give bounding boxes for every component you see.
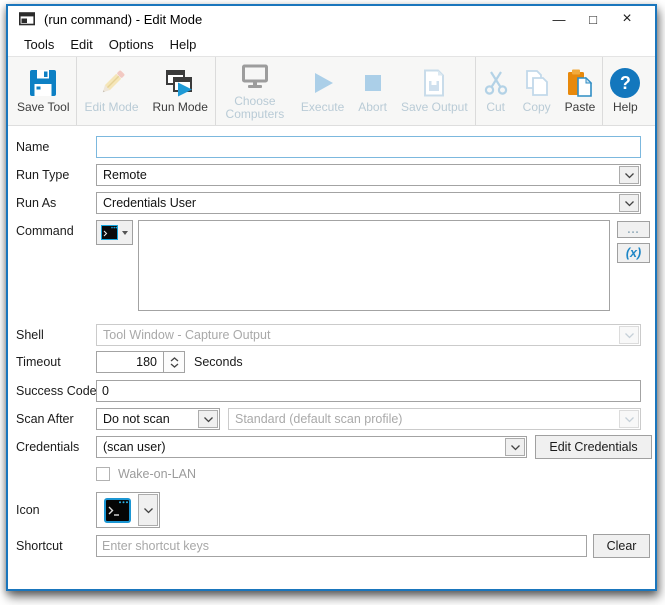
command-label: Command <box>16 224 74 238</box>
question-icon: ? <box>610 67 640 99</box>
spinner-down-icon <box>170 363 179 368</box>
scan-after-label: Scan After <box>16 412 74 426</box>
run-type-label: Run Type <box>16 168 69 182</box>
run-as-label: Run As <box>16 196 56 210</box>
shortcut-input[interactable] <box>96 535 587 557</box>
run-type-value: Remote <box>97 165 618 185</box>
shortcut-label: Shortcut <box>16 539 63 553</box>
menu-edit[interactable]: Edit <box>62 35 100 54</box>
success-codes-label: Success Codes <box>16 384 103 398</box>
timeout-spinner[interactable] <box>163 351 185 373</box>
floppy-disk-icon <box>29 67 57 99</box>
icon-label: Icon <box>16 503 40 517</box>
app-window-icon <box>19 12 35 26</box>
window-title: (run command) - Edit Mode <box>44 12 202 27</box>
edit-credentials-button[interactable]: Edit Credentials <box>535 435 652 459</box>
monitor-icon <box>240 61 270 93</box>
toolbar-button-label: Edit Mode <box>84 101 138 114</box>
scissors-icon <box>483 67 509 99</box>
insert-variable-button[interactable]: (x) <box>617 243 650 263</box>
menu-tools[interactable]: Tools <box>16 35 62 54</box>
toolbar-button-help[interactable]: ? Help <box>603 57 647 125</box>
clear-shortcut-button[interactable]: Clear <box>593 534 650 558</box>
save-file-icon <box>421 67 447 99</box>
menu-bar: Tools Edit Options Help <box>8 32 655 57</box>
icon-select[interactable] <box>96 492 160 528</box>
toolbar-button-label: Paste <box>565 101 596 114</box>
run-as-select[interactable]: Credentials User <box>96 192 641 214</box>
credentials-select[interactable]: (scan user) <box>96 436 527 458</box>
terminal-icon <box>101 225 118 240</box>
toolbar-button-execute: Execute <box>294 57 351 125</box>
dropdown-arrow-icon <box>122 231 128 235</box>
minimize-button[interactable]: — <box>543 6 575 32</box>
maximize-button[interactable]: □ <box>577 6 609 32</box>
toolbar-button-edit-mode: Edit Mode <box>77 57 145 125</box>
toolbar-button-paste[interactable]: Paste <box>558 57 603 125</box>
toolbar-button-abort: Abort <box>351 57 394 125</box>
pencil-icon <box>98 67 126 99</box>
play-icon <box>311 67 335 99</box>
toolbar-button-label: Save Output <box>401 101 468 114</box>
shell-select: Tool Window - Capture Output <box>96 324 641 346</box>
toolbar-button-copy: Copy <box>516 57 558 125</box>
toolbar-button-cut: Cut <box>476 57 516 125</box>
toolbar-button-label: Abort <box>358 101 387 114</box>
credentials-label: Credentials <box>16 440 79 454</box>
wake-on-lan-checkbox[interactable] <box>96 467 110 481</box>
toolbar-button-label: Execute <box>301 101 344 114</box>
chevron-down-icon[interactable] <box>138 494 158 526</box>
scan-after-select[interactable]: Do not scan <box>96 408 220 430</box>
toolbar-button-label: Run Mode <box>153 101 208 114</box>
shell-value: Tool Window - Capture Output <box>97 325 618 345</box>
spinner-up-icon <box>170 357 179 362</box>
chevron-down-icon <box>619 326 639 344</box>
wake-on-lan-label: Wake-on-LAN <box>118 467 196 481</box>
run-as-value: Credentials User <box>97 193 618 213</box>
toolbar-button-run-mode[interactable]: Run Mode <box>146 57 215 125</box>
timeout-input[interactable] <box>96 351 164 373</box>
name-input[interactable] <box>96 136 641 158</box>
toolbar-button-label: Save Tool <box>17 101 69 114</box>
toolbar-button-label: Help <box>613 101 638 114</box>
success-codes-input[interactable] <box>96 380 641 402</box>
toolbar-button-save-tool[interactable]: Save Tool <box>10 57 76 125</box>
chevron-down-icon[interactable] <box>198 410 218 428</box>
terminal-icon <box>97 493 137 527</box>
chevron-down-icon[interactable] <box>619 166 639 184</box>
app-window: (run command) - Edit Mode — □ × Tools Ed… <box>6 4 657 591</box>
toolbar-button-label: Copy <box>523 101 551 114</box>
run-type-select[interactable]: Remote <box>96 164 641 186</box>
credentials-value: (scan user) <box>97 437 504 457</box>
chevron-down-icon <box>619 410 639 428</box>
chevron-down-icon[interactable] <box>619 194 639 212</box>
scan-profile-value: Standard (default scan profile) <box>229 409 618 429</box>
close-button[interactable]: × <box>611 6 643 32</box>
timeout-label: Timeout <box>16 355 61 369</box>
tool-edit-form: Name Run Type Remote Run As Credentials … <box>8 126 655 588</box>
toolbar-button-save-output: Save Output <box>394 57 475 125</box>
run-windows-icon <box>165 67 195 99</box>
clipboard-icon <box>566 67 594 99</box>
shell-label: Shell <box>16 328 44 342</box>
command-type-split-button[interactable] <box>96 220 133 245</box>
scan-profile-select: Standard (default scan profile) <box>228 408 641 430</box>
copy-pages-icon <box>524 67 550 99</box>
toolbar-button-label: Cut <box>486 101 505 114</box>
stop-icon <box>364 67 382 99</box>
timeout-unit-label: Seconds <box>194 355 243 369</box>
toolbar-button-choose-computers: Choose Computers <box>216 57 294 125</box>
title-bar: (run command) - Edit Mode — □ × <box>8 6 655 32</box>
toolbar-button-label: Choose Computers <box>223 95 287 121</box>
toolbar: Save Tool Edit Mode <box>8 57 655 126</box>
menu-options[interactable]: Options <box>101 35 162 54</box>
scan-after-value: Do not scan <box>97 409 197 429</box>
browse-command-button[interactable]: ... <box>617 221 650 238</box>
menu-help[interactable]: Help <box>162 35 205 54</box>
command-textarea[interactable] <box>138 220 610 311</box>
name-label: Name <box>16 140 49 154</box>
chevron-down-icon[interactable] <box>505 438 525 456</box>
